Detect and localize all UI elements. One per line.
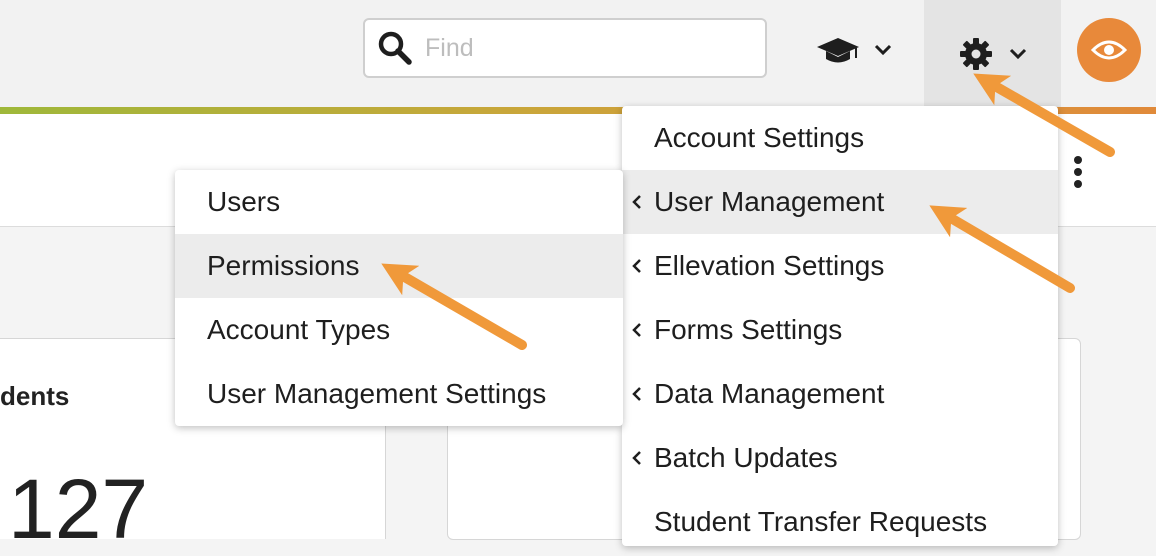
chevron-left-icon (632, 259, 641, 273)
card-value: 127 (8, 462, 149, 556)
menu-item-user-management[interactable]: User Management (622, 170, 1058, 234)
search-box[interactable] (363, 18, 767, 78)
menu-item-label: User Management (654, 186, 885, 217)
chevron-down-icon (874, 44, 892, 56)
menu-item-label: Batch Updates (654, 442, 838, 473)
menu-item-label: Data Management (654, 378, 885, 409)
settings-dropdown-menu: Account Settings User Management Ellevat… (622, 106, 1058, 546)
menu-item-label: Forms Settings (654, 314, 843, 345)
submenu-item-users[interactable]: Users (175, 170, 623, 234)
gear-icon (959, 37, 992, 70)
menu-item-label: User Management Settings (207, 378, 547, 409)
menu-item-data-management[interactable]: Data Management (622, 362, 1058, 426)
more-options-icon[interactable] (1070, 156, 1086, 188)
menu-item-label: Ellevation Settings (654, 250, 885, 281)
submenu-item-account-types[interactable]: Account Types (175, 298, 623, 362)
menu-item-label: Student Transfer Requests (654, 506, 988, 537)
chevron-left-icon (632, 195, 641, 209)
search-icon (378, 31, 412, 65)
submenu-item-user-management-settings[interactable]: User Management Settings (175, 362, 623, 426)
menu-item-forms-settings[interactable]: Forms Settings (622, 298, 1058, 362)
chevron-down-icon (1009, 48, 1026, 59)
card-title: dents (0, 381, 70, 411)
menu-item-label: Account Types (207, 314, 391, 345)
menu-item-label: Account Settings (654, 122, 865, 153)
menu-item-label: Permissions (207, 250, 360, 281)
chevron-left-icon (632, 323, 641, 337)
menu-item-student-transfer-requests[interactable]: Student Transfer Requests (622, 490, 1058, 554)
top-navigation-bar (0, 0, 1156, 107)
settings-menu-button[interactable] (924, 0, 1061, 107)
search-input[interactable] (423, 32, 727, 64)
user-management-submenu: Users Permissions Account Types User Man… (175, 170, 623, 426)
preview-toggle-button[interactable] (1077, 18, 1141, 82)
chevron-left-icon (632, 387, 641, 401)
graduation-cap-icon (817, 38, 859, 63)
menu-item-ellevation-settings[interactable]: Ellevation Settings (622, 234, 1058, 298)
education-menu-button[interactable] (808, 22, 900, 78)
menu-item-label: Users (207, 186, 281, 217)
menu-item-account-settings[interactable]: Account Settings (622, 106, 1058, 170)
eye-icon (1091, 40, 1127, 60)
chevron-left-icon (632, 451, 641, 465)
menu-item-batch-updates[interactable]: Batch Updates (622, 426, 1058, 490)
submenu-item-permissions[interactable]: Permissions (175, 234, 623, 298)
